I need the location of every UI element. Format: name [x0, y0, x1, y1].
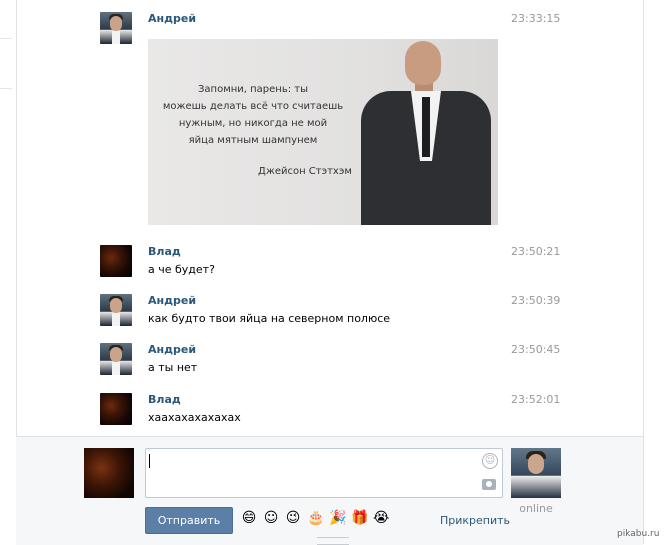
left-rail: [0, 0, 17, 544]
send-button[interactable]: Отправить: [145, 507, 233, 534]
message-text: как будто твои яйца на северном полюсе: [148, 312, 391, 325]
message-item: Влад 23:52:01 хаахахахахахах: [100, 393, 560, 429]
avatar[interactable]: [100, 294, 132, 326]
timestamp[interactable]: 23:50:39: [511, 294, 560, 307]
peer-avatar[interactable]: [511, 448, 561, 498]
timestamp[interactable]: 23:33:15: [511, 12, 560, 25]
emoji-cake-icon[interactable]: 🎂: [307, 510, 324, 526]
rail-divider: [0, 88, 12, 89]
peer-status: online: [519, 502, 553, 515]
quote-line: можешь делать всё что считаешь: [162, 101, 344, 112]
portrait-figure: [353, 39, 498, 225]
quote-line: яйца мятным шампунем: [188, 135, 318, 146]
message-text: хаахахахахахах: [148, 411, 241, 424]
text-caret: [149, 454, 150, 468]
message-item: Влад 23:50:21 а че будет?: [100, 245, 560, 281]
timestamp[interactable]: 23:52:01: [511, 393, 560, 406]
quote-line: нужным, но никогда не мой: [178, 118, 328, 129]
author-name[interactable]: Андрей: [148, 12, 196, 25]
emoji-laugh-icon[interactable]: 😄: [241, 510, 257, 526]
author-name[interactable]: Влад: [148, 245, 181, 258]
watermark: pikabu.ru: [617, 529, 660, 539]
message-text: а ты нет: [148, 361, 198, 374]
author-name[interactable]: Андрей: [148, 343, 196, 356]
author-name[interactable]: Андрей: [148, 294, 196, 307]
avatar[interactable]: [100, 245, 132, 277]
message-text: а че будет?: [148, 263, 215, 276]
rail-divider: [0, 38, 12, 39]
attach-link[interactable]: Прикрепить: [440, 514, 510, 527]
my-avatar[interactable]: [84, 448, 134, 498]
timestamp[interactable]: 23:50:45: [511, 343, 560, 356]
avatar[interactable]: [100, 393, 132, 425]
avatar[interactable]: [100, 12, 132, 44]
emoji-wink-icon[interactable]: 😉: [285, 510, 301, 526]
quote-author: Джейсон Стэтхэм: [258, 166, 352, 177]
emoji-gift-icon[interactable]: 🎁: [351, 510, 368, 526]
emoji-smile-icon[interactable]: ☺: [263, 510, 279, 526]
author-name[interactable]: Влад: [148, 393, 181, 406]
image-attachment[interactable]: Запомни, парень: ты можешь делать всё чт…: [148, 39, 498, 225]
smile-icon[interactable]: ☺: [482, 453, 498, 469]
timestamp[interactable]: 23:50:21: [511, 245, 560, 258]
avatar[interactable]: [100, 343, 132, 375]
camera-icon[interactable]: [482, 479, 496, 490]
message-item: Андрей 23:50:39 как будто твои яйца на с…: [100, 294, 560, 330]
quote-text: Запомни, парень: ты можешь делать всё чт…: [148, 81, 358, 149]
message-input[interactable]: ☺: [145, 448, 503, 498]
message-item: Андрей 23:50:45 а ты нет: [100, 343, 560, 379]
emoji-party-icon[interactable]: 🎉: [329, 510, 346, 526]
emoji-cry-icon[interactable]: 😭: [373, 510, 389, 526]
right-rail: [643, 0, 666, 544]
quote-line: Запомни, парень: ты: [198, 84, 308, 95]
